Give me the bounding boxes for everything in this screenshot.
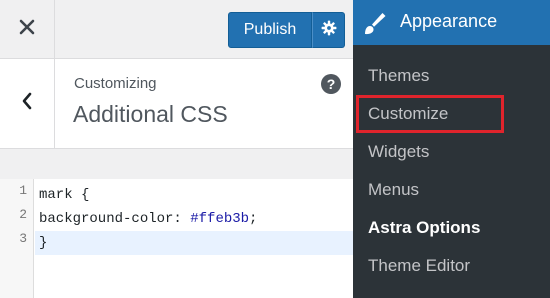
menu-item-widgets[interactable]: Widgets [368, 142, 429, 162]
section-header: Customizing Additional CSS ? [0, 59, 353, 149]
customizer-panel: Publish Customizing Additional CSS ? 1 2… [0, 0, 353, 298]
code-line: background-color: #ffeb3b; [35, 207, 353, 231]
admin-menu: Appearance Themes Customize Widgets Menu… [353, 0, 550, 298]
menu-item-themes[interactable]: Themes [368, 66, 429, 86]
menu-heading-appearance[interactable]: Appearance [353, 0, 550, 45]
menu-item-astra-options[interactable]: Astra Options [368, 218, 480, 238]
customizing-label: Customizing [74, 75, 157, 92]
code-line-active: } [35, 231, 353, 255]
menu-item-customize[interactable]: Customize [368, 104, 448, 124]
gear-icon [321, 20, 337, 41]
menu-item-theme-editor[interactable]: Theme Editor [368, 256, 470, 276]
publish-button[interactable]: Publish [228, 12, 312, 48]
line-number: 2 [19, 207, 27, 222]
line-number: 1 [19, 183, 27, 198]
paintbrush-icon [362, 10, 388, 41]
close-icon [19, 19, 35, 40]
menu-item-menus[interactable]: Menus [368, 180, 419, 200]
publish-settings-button[interactable] [312, 12, 345, 48]
customizer-topbar: Publish [0, 0, 353, 59]
publish-group: Publish [228, 12, 345, 48]
close-button[interactable] [0, 0, 55, 58]
css-code-editor[interactable]: 1 2 3 mark { background-color: #ffeb3b; … [0, 179, 353, 298]
code-line: mark { [35, 183, 353, 207]
help-icon[interactable]: ? [321, 74, 341, 94]
line-number-gutter: 1 2 3 [0, 179, 34, 298]
code-text: ; [249, 211, 258, 227]
css-property: background-color: [39, 211, 191, 227]
back-button[interactable] [0, 59, 55, 148]
menu-heading-label: Appearance [400, 11, 498, 31]
panel-spacer [0, 149, 353, 179]
line-number: 3 [19, 231, 27, 246]
css-value: #ffeb3b [190, 211, 250, 227]
code-text: { [72, 187, 90, 203]
chevron-left-icon [21, 92, 33, 115]
section-title: Additional CSS [73, 101, 228, 127]
code-text: } [39, 235, 48, 251]
css-selector: mark [39, 187, 73, 203]
